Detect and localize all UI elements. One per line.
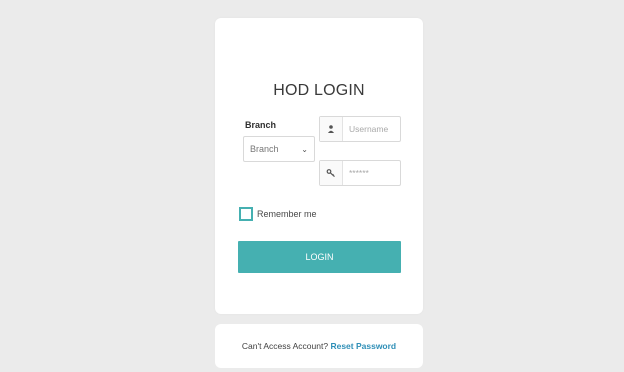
reset-password-link[interactable]: Reset Password bbox=[330, 341, 396, 351]
password-addon bbox=[320, 161, 343, 185]
key-icon bbox=[326, 169, 335, 178]
access-text: Can't Access Account? bbox=[241, 341, 329, 351]
branch-select-value: Branch bbox=[250, 144, 279, 154]
access-message: Can't Access Account? Reset Password bbox=[215, 341, 423, 351]
username-input[interactable]: Username bbox=[343, 117, 400, 141]
access-card: Can't Access Account? Reset Password bbox=[215, 324, 423, 368]
branch-label: Branch bbox=[245, 120, 277, 130]
password-input[interactable]: ****** bbox=[343, 161, 400, 185]
page-title: HOD LOGIN bbox=[273, 82, 365, 99]
login-button[interactable]: LOGIN bbox=[238, 241, 401, 273]
page: HOD LOGIN Branch Branch ⌄ Username *****… bbox=[0, 0, 624, 372]
login-card: HOD LOGIN Branch Branch ⌄ Username *****… bbox=[215, 18, 423, 314]
username-addon bbox=[320, 117, 343, 141]
remember-me[interactable]: Remember me bbox=[239, 207, 317, 221]
branch-select[interactable]: Branch ⌄ bbox=[243, 136, 315, 162]
password-field[interactable]: ****** bbox=[319, 160, 401, 186]
user-icon bbox=[328, 125, 334, 133]
remember-label: Remember me bbox=[257, 209, 317, 219]
chevron-down-icon: ⌄ bbox=[301, 144, 308, 154]
username-field[interactable]: Username bbox=[319, 116, 401, 142]
remember-checkbox[interactable] bbox=[239, 207, 253, 221]
